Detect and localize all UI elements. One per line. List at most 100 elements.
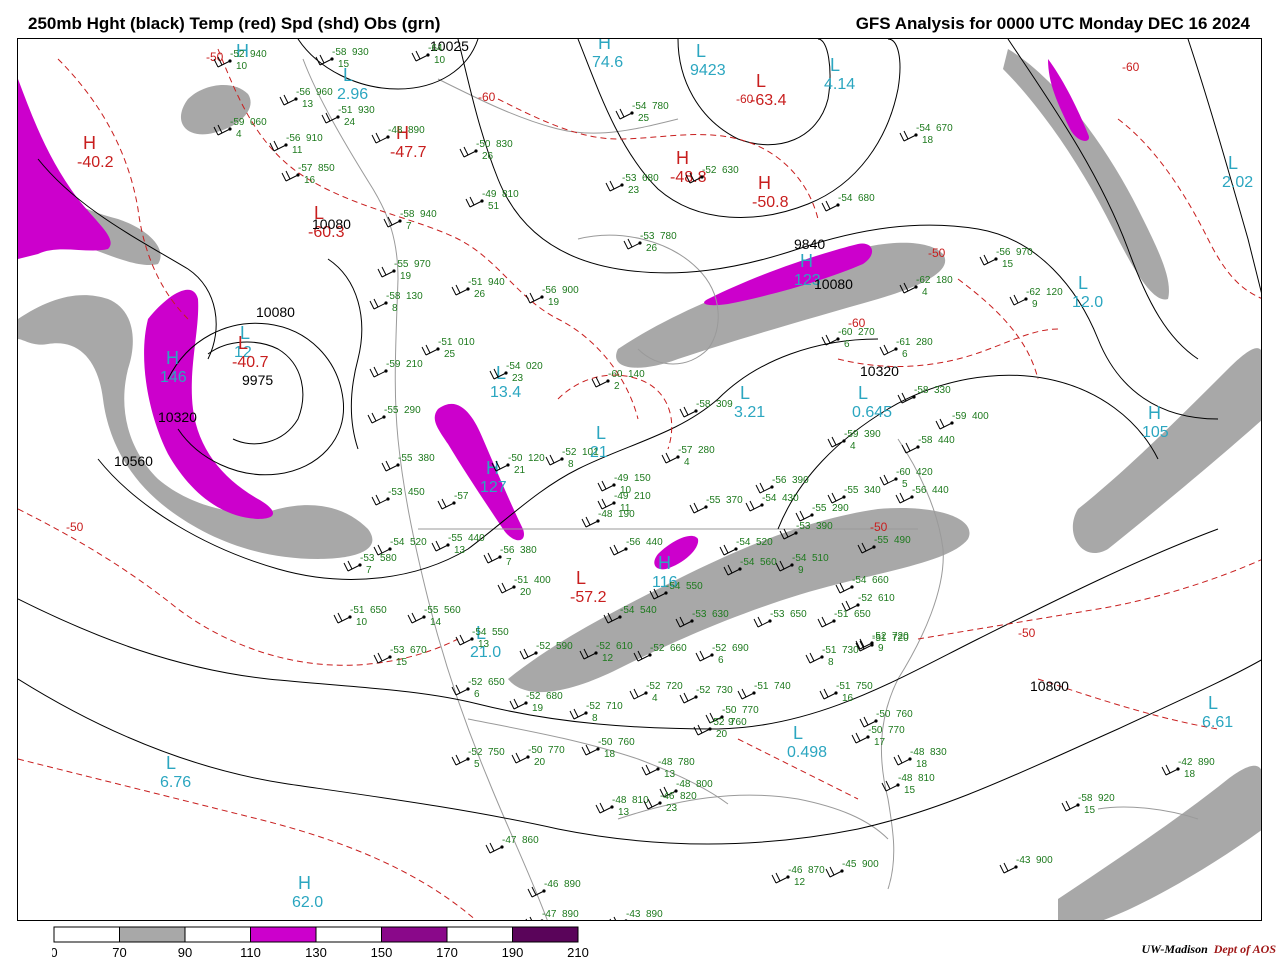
station-obs: -55 340 — [827, 485, 881, 504]
system-letter: H — [298, 873, 311, 893]
wind-barb-flag — [859, 718, 865, 728]
obs-height: 440 — [646, 537, 663, 548]
system-letter: L — [756, 71, 766, 91]
obs-height: 900 — [1036, 855, 1053, 866]
wind-barb-staff — [749, 504, 763, 512]
temp-label: -50 — [1018, 626, 1036, 640]
colorbar-segment — [315, 926, 382, 943]
wind-barb-staff — [489, 846, 503, 854]
wind-barb-flag — [897, 754, 903, 764]
pressure-system: H74.6 — [592, 39, 623, 71]
height-label: 10320 — [860, 363, 899, 379]
obs-height: 290 — [832, 503, 849, 514]
obs-height: 210 — [634, 491, 651, 502]
colorbar-label: 170 — [436, 945, 458, 960]
wind-barb-flag — [679, 694, 685, 704]
station-obs: -55 380 — [381, 453, 435, 472]
obs-temp: -48 — [898, 773, 913, 784]
wind-barb-staff — [375, 136, 389, 144]
system-value: 6.76 — [160, 774, 191, 791]
obs-temp: -58 — [914, 385, 929, 396]
obs-dewpoint: 18 — [916, 759, 928, 770]
obs-temp: -55 — [844, 485, 859, 496]
obs-height: 390 — [864, 429, 881, 440]
obs-temp: -48 — [612, 795, 627, 806]
wind-barb-flag — [679, 408, 685, 418]
obs-height: 650 — [370, 605, 387, 616]
map-title: 250mb Hght (black) Temp (red) Spd (shd) … — [28, 14, 441, 33]
station-obs: -57 280 4 — [661, 445, 715, 468]
wind-barb-flag — [375, 132, 381, 142]
wind-barb-flag — [487, 552, 493, 562]
wind-barb-flag — [601, 480, 607, 490]
wind-barb-flag — [455, 636, 461, 646]
wind-barb-flag — [377, 268, 383, 278]
obs-temp: -45 — [842, 859, 857, 870]
obs-temp: -55 — [384, 405, 399, 416]
obs-height: 660 — [872, 575, 889, 586]
wind-barb-flag — [609, 918, 612, 920]
colorbar-label: 90 — [178, 945, 192, 960]
obs-height: 580 — [380, 553, 397, 564]
obs-height: 690 — [732, 643, 749, 654]
wind-barb-flag — [619, 108, 625, 118]
wind-barb-flag — [689, 504, 695, 514]
station-obs: -52 730 — [679, 685, 733, 704]
obs-height: 400 — [534, 575, 551, 586]
obs-dewpoint: 26 — [646, 243, 658, 254]
wind-barb-flag — [693, 726, 699, 736]
obs-temp: -55 — [812, 503, 827, 514]
wind-barb-flag — [375, 494, 381, 504]
colorbar-segment — [53, 926, 120, 943]
obs-dewpoint: 18 — [922, 135, 934, 146]
wind-barb-flag — [319, 54, 325, 64]
wind-barb-staff — [469, 200, 483, 208]
wind-barb-flag — [431, 542, 437, 552]
obs-height: 450 — [408, 487, 425, 498]
station-obs: -51 75016 — [819, 681, 873, 704]
station-obs: -50 76018 — [581, 737, 635, 760]
coastline-east — [880, 438, 944, 890]
obs-height: 760 — [896, 709, 913, 720]
wind-barb-flag — [699, 650, 705, 660]
obs-temp: -62 — [1026, 287, 1041, 298]
obs-dewpoint: 26 — [474, 289, 486, 300]
wind-barb-staff — [381, 270, 395, 278]
system-value: 2.96 — [337, 86, 368, 103]
wind-barb-staff — [693, 506, 707, 514]
wind-barb-flag — [601, 498, 607, 508]
obs-temp: -52 — [596, 641, 611, 652]
system-letter: L — [830, 55, 840, 75]
obs-height: 610 — [616, 641, 633, 652]
obs-dewpoint: 6 — [474, 689, 480, 700]
weather-map: H L 2.96 H 74.6 L 9423 L 4.14 L 2.02 H 146 L 12 H 123 L 12… — [17, 38, 1262, 921]
station-obs: -56 90019 — [525, 285, 579, 308]
obs-dewpoint: 24 — [344, 117, 356, 128]
wind-barb-flag — [343, 562, 349, 572]
colorbar-segment — [446, 926, 513, 943]
station-obs: -59 210 — [369, 359, 423, 378]
system-letter: L — [858, 383, 868, 403]
wind-barb-staff — [609, 184, 623, 192]
wind-barb-flag — [337, 612, 343, 622]
station-obs: -52 710 8 — [569, 701, 623, 724]
obs-dewpoint: 13 — [664, 769, 676, 780]
wind-barb-staff — [905, 446, 919, 454]
wind-barb-staff — [897, 758, 911, 766]
wind-barb-staff — [1065, 804, 1079, 812]
wind-barb-flag — [1009, 296, 1015, 306]
wind-barb-flag — [459, 634, 465, 644]
obs-dewpoint: 21 — [514, 465, 526, 476]
wind-barb-staff — [821, 620, 835, 628]
obs-dewpoint: 11 — [292, 145, 303, 156]
obs-height: 130 — [406, 291, 423, 302]
obs-height: 750 — [856, 681, 873, 692]
wind-barb-flag — [549, 454, 555, 464]
obs-dewpoint: 23 — [512, 373, 524, 384]
system-letter: H — [486, 458, 499, 478]
obs-dewpoint: 10 — [356, 617, 368, 628]
temp-label: -60 — [478, 90, 496, 104]
colorbar-segment — [184, 926, 251, 943]
obs-temp: -46 — [788, 865, 803, 876]
obs-height: 630 — [712, 609, 729, 620]
